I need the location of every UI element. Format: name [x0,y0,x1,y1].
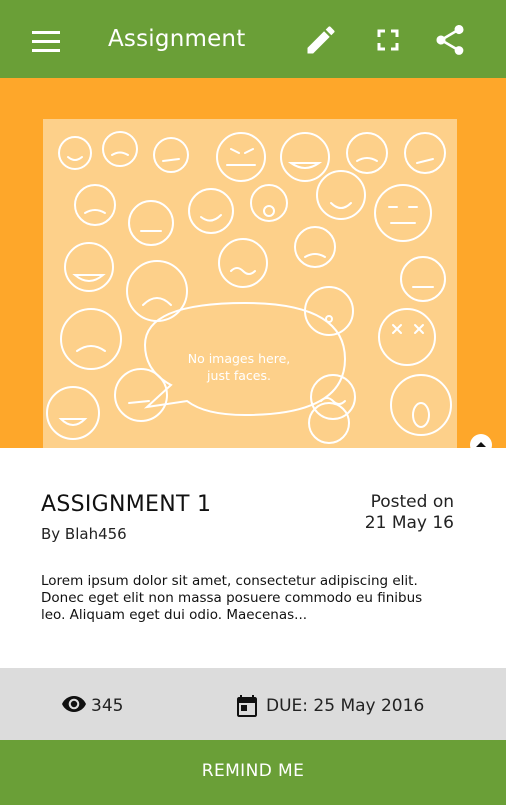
menu-button[interactable] [26,24,66,60]
views-count: 345 [91,696,124,716]
faces-illustration [46,131,452,444]
posted-date: 21 May 16 [364,513,454,533]
posted-label: Posted on [370,492,454,512]
description-line1: Lorem ipsum dolor sit amet, consectetur … [41,573,418,589]
app-bar: Assignment [0,0,506,78]
share-button[interactable] [432,22,468,58]
fullscreen-icon [377,29,399,51]
calendar-icon [237,695,257,717]
share-icon [436,24,464,55]
posted-info: Posted on 21 May 16 [340,492,454,534]
edit-button[interactable] [303,22,339,58]
description-line2: Donec eget elit non massa posuere commod… [41,590,423,606]
assignment-image: No images here, just faces. [43,119,457,448]
fullscreen-button[interactable] [370,22,406,58]
menu-icon [32,31,60,52]
description-line3: leo. Aliquam eget dui odio. Maecenas... [41,607,308,623]
hero-banner: No images here, just faces. [0,78,506,456]
due-date: DUE: 25 May 2016 [266,696,425,716]
remind-me-button[interactable]: REMIND ME [0,740,506,805]
assignment-description: Lorem ipsum dolor sit amet, consectetur … [41,573,451,624]
assignment-card: ASSIGNMENT 1 By Blah456 Posted on 21 May… [0,448,506,668]
assignment-author[interactable]: By Blah456 [41,525,127,543]
eye-icon [62,696,86,712]
stats-bar: 345 DUE: 25 May 2016 [0,668,506,740]
pencil-icon [307,26,335,54]
page-title: Assignment [108,26,246,52]
assignment-title: ASSIGNMENT 1 [41,492,212,517]
